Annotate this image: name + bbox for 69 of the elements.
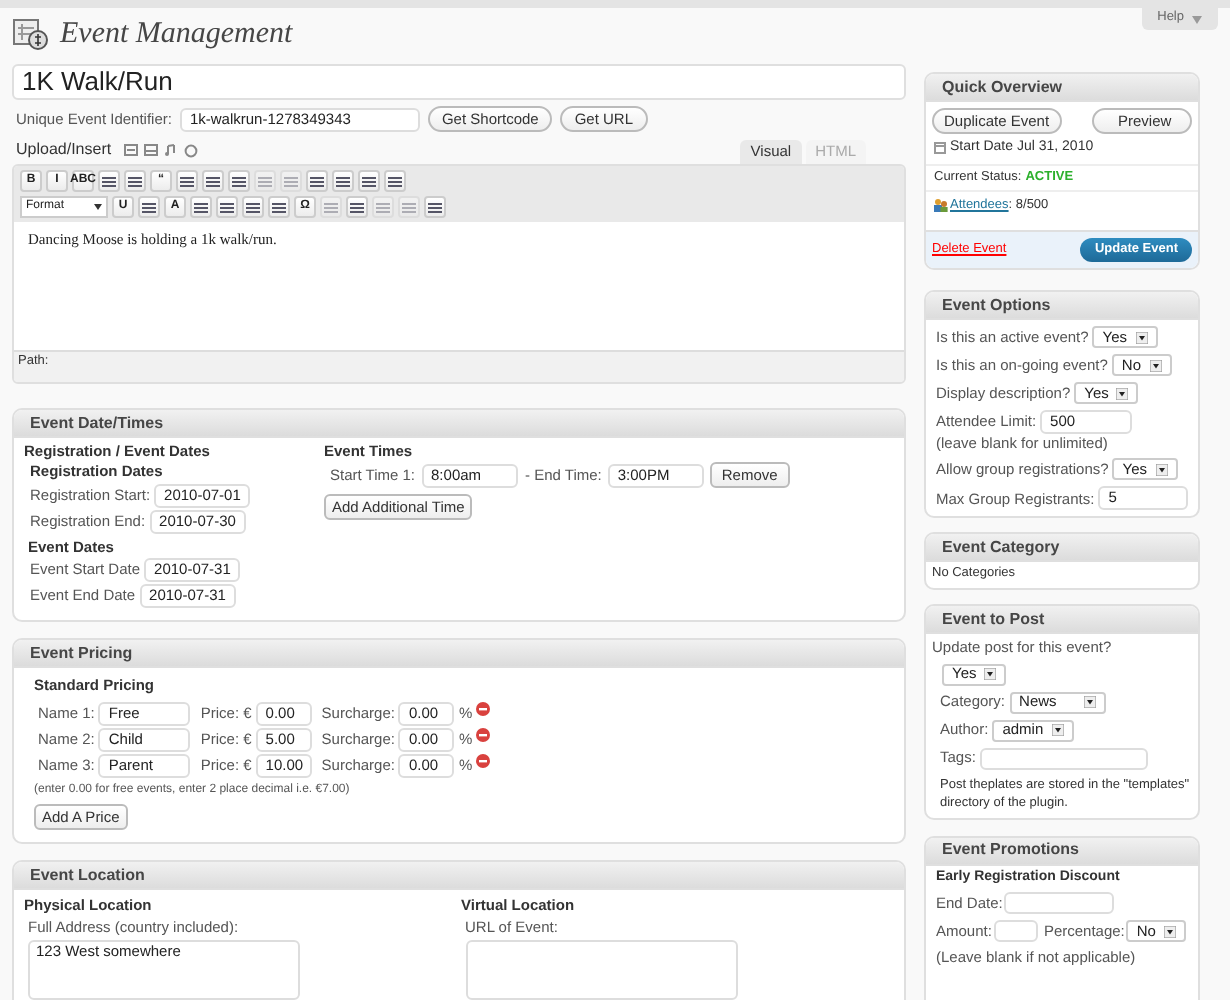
lines-icon — [102, 175, 116, 187]
lines-icon — [428, 201, 442, 213]
lines-icon — [402, 201, 416, 213]
lines-icon — [362, 175, 376, 187]
lines-icon — [232, 175, 246, 187]
lines-icon — [336, 175, 350, 187]
upload-label: Upload/Insert — [16, 140, 112, 160]
caret-icon — [1149, 359, 1161, 371]
panel-title: Quick Overview — [942, 77, 1063, 97]
caret-icon — [1155, 463, 1168, 476]
caret-icon — [1116, 387, 1129, 399]
lines-icon — [128, 175, 142, 187]
caret-icon — [1135, 331, 1148, 343]
caret-icon — [1083, 696, 1096, 709]
calendar-money-icon — [12, 16, 48, 52]
caret-icon — [1192, 15, 1202, 23]
caret-icon — [1163, 925, 1176, 938]
music-icon — [163, 144, 178, 156]
lines-icon — [180, 175, 194, 187]
lines-icon — [350, 201, 364, 213]
toolbar-button[interactable] — [358, 170, 380, 192]
lines-icon — [246, 201, 260, 213]
lines-icon — [142, 201, 156, 213]
input-field[interactable] — [979, 747, 1148, 770]
remove-icon — [476, 702, 491, 716]
lines-icon — [388, 175, 402, 187]
caret-icon — [1051, 724, 1064, 737]
remove-icon — [476, 754, 491, 768]
panel-title: Event Location — [30, 865, 145, 885]
calendar-icon — [934, 142, 946, 155]
lines-icon — [284, 175, 298, 187]
lines-icon — [376, 201, 390, 213]
toolbar-button[interactable] — [424, 196, 446, 218]
toolbar-button[interactable] — [124, 170, 146, 192]
caret-icon — [984, 668, 997, 680]
toolbar-button[interactable] — [176, 170, 198, 192]
panel-title: Event Date/Times — [30, 413, 164, 433]
panel-title: Event Category — [942, 537, 1060, 558]
toolbar-button[interactable] — [242, 196, 264, 218]
panel-title: Event Pricing — [30, 643, 133, 664]
toolbar-button[interactable] — [190, 196, 212, 218]
panel-title: Event Options — [942, 295, 1051, 315]
input-field[interactable] — [993, 920, 1038, 943]
page-title: Event Management — [60, 15, 293, 53]
people-icon — [934, 198, 948, 213]
input-field[interactable] — [1004, 892, 1115, 915]
title-field[interactable]: 1K Walk/Run — [12, 64, 906, 100]
toolbar-button[interactable] — [216, 196, 238, 218]
url-field[interactable] — [465, 939, 737, 1000]
toolbar-button[interactable] — [332, 170, 354, 192]
panel-title: Event to Post — [942, 609, 1045, 630]
toolbar-button[interactable] — [202, 170, 224, 192]
lines-icon — [220, 201, 234, 213]
lines-icon — [258, 175, 272, 187]
lines-icon — [324, 201, 338, 213]
panel-title: Event Promotions — [942, 840, 1079, 861]
toolbar-button[interactable] — [306, 170, 328, 192]
caret-icon — [94, 204, 102, 210]
toolbar-button[interactable] — [138, 196, 160, 218]
remove-icon — [476, 728, 491, 742]
lines-icon — [272, 201, 286, 213]
toolbar-button[interactable] — [268, 196, 290, 218]
toolbar-button[interactable] — [346, 196, 368, 218]
toolbar-button[interactable] — [384, 170, 406, 192]
lines-icon — [310, 175, 324, 187]
lines-icon — [206, 175, 220, 187]
toolbar-button[interactable] — [228, 170, 250, 192]
toolbar-button[interactable] — [98, 170, 120, 192]
lines-icon — [194, 201, 208, 213]
